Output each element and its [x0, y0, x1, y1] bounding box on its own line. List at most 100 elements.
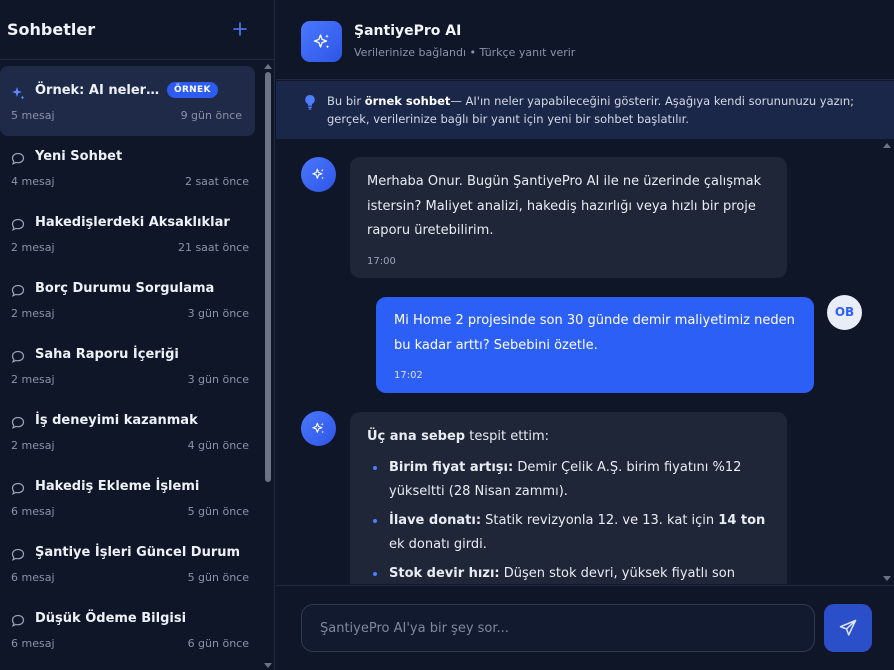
conversation-item[interactable]: Yeni Sohbet 4 mesaj 2 saat önce: [0, 132, 262, 198]
conversation-item[interactable]: Hakedişlerdeki Aksaklıklar 2 mesaj 21 sa…: [0, 198, 262, 264]
conversation-time: 9 gün önce: [180, 109, 242, 122]
chat-subtitle: Verilerinize bağlandı • Türkçe yanıt ver…: [354, 46, 576, 59]
chat-scrollbar[interactable]: [883, 140, 891, 584]
sidebar-scrollbar[interactable]: [264, 62, 272, 670]
example-notice: Bu bir örnek sohbet— AI'ın neler yapabil…: [276, 81, 894, 139]
item-text: Statik revizyonla 12. ve 13. kat için: [481, 512, 719, 528]
chat-bubble-icon: [11, 350, 25, 363]
conversation-count: 2 mesaj: [11, 307, 55, 320]
chat-bubble-icon: [11, 548, 25, 561]
intro-bold: Üç ana sebep: [367, 429, 466, 444]
sparkle-icon: [12, 87, 25, 100]
notice-highlight: örnek sohbet: [364, 94, 451, 108]
item-label: Birim fiyat artışı:: [389, 459, 514, 475]
conversation-title: Örnek: AI neler…: [35, 83, 160, 98]
user-message: Mi Home 2 projesinde son 30 günde demir …: [376, 297, 814, 393]
conversation-time: 3 gün önce: [187, 307, 249, 320]
conversation-count: 6 mesaj: [11, 505, 55, 518]
conversation-count: 2 mesaj: [11, 439, 55, 452]
sparkle-icon: [313, 34, 330, 49]
assistant-message: Merhaba Onur. Bugün ŞantiyePro AI ile ne…: [350, 157, 787, 278]
item-text: Düşen stok devri, yüksek fiyatlı son: [499, 565, 735, 581]
sparkle-icon: [312, 168, 324, 180]
chat-bubble-icon: [11, 482, 25, 495]
conversation-title: Düşük Ödeme Bilgisi: [35, 611, 187, 626]
conversation-title: Yeni Sohbet: [35, 149, 123, 164]
scroll-up-arrow-icon[interactable]: [264, 64, 272, 69]
scroll-down-arrow-icon[interactable]: [883, 576, 891, 581]
user-avatar: OB: [827, 295, 862, 330]
composer: [276, 585, 894, 670]
chat-bubble-icon: [11, 218, 25, 231]
item-label: İlave donatı:: [389, 512, 482, 528]
conversation-item[interactable]: Düşük Ödeme Bilgisi 6 mesaj 6 gün önce: [0, 594, 262, 660]
conversation-time: 6 gün önce: [187, 637, 249, 650]
conversation-title: Borç Durumu Sorgulama: [35, 281, 215, 296]
conversation-count: 6 mesaj: [11, 571, 55, 584]
conversation-time: 4 gün önce: [187, 439, 249, 452]
chat-bubble-icon: [11, 416, 25, 429]
intro-rest: tespit ettim:: [465, 429, 550, 444]
conversation-title: İş deneyimi kazanmak: [35, 413, 198, 428]
message-text: Mi Home 2 projesinde son 30 günde demir …: [394, 313, 795, 353]
notice-text: Bu bir örnek sohbet— AI'ın neler yapabil…: [327, 92, 867, 128]
chat-panel: ŞantiyePro AI Verilerinize bağlandı • Tü…: [276, 0, 894, 670]
conversation-item[interactable]: Borç Durumu Sorgulama 2 mesaj 3 gün önce: [0, 264, 262, 330]
sidebar: Sohbetler Örnek: AI neler… ÖRNEK 5 mesaj…: [0, 0, 275, 670]
conversation-item[interactable]: Örnek: AI neler… ÖRNEK 5 mesaj 9 gün önc…: [0, 66, 255, 136]
chat-bubble-icon: [11, 284, 25, 297]
conversation-time: 5 gün önce: [187, 505, 249, 518]
conversation-count: 6 mesaj: [11, 637, 55, 650]
assistant-avatar: [301, 157, 336, 192]
send-icon: [839, 619, 857, 636]
message-time: 17:02: [394, 370, 423, 381]
assistant-message: Üç ana sebep tespit ettim: Birim fiyat a…: [350, 412, 787, 584]
item-text: ek donatı girdi.: [389, 537, 487, 552]
sidebar-title: Sohbetler: [7, 20, 96, 39]
conversation-title: Hakedişlerdeki Aksaklıklar: [35, 215, 230, 230]
message-intro: Üç ana sebep tespit ettim:: [367, 425, 770, 450]
conversation-title: Şantiye İşleri Güncel Durum: [35, 545, 241, 560]
conversation-title: Saha Raporu İçeriği: [35, 347, 179, 362]
assistant-avatar: [301, 411, 336, 446]
conversation-count: 2 mesaj: [11, 241, 55, 254]
conversation-list: Örnek: AI neler… ÖRNEK 5 mesaj 9 gün önc…: [0, 66, 262, 660]
plus-icon: [233, 22, 247, 36]
conversation-item[interactable]: Hakediş Ekleme İşlemi 6 mesaj 5 gün önce: [0, 462, 262, 528]
sparkle-icon: [312, 422, 324, 434]
assistant-logo: [301, 21, 342, 62]
conversation-title: Hakediş Ekleme İşlemi: [35, 479, 200, 494]
conversation-time: 3 gün önce: [187, 373, 249, 386]
cause-list: Birim fiyat artışı: Demir Çelik A.Ş. bir…: [367, 456, 770, 585]
chat-title: ŞantiyePro AI: [354, 23, 462, 39]
message-text: Merhaba Onur. Bugün ŞantiyePro AI ile ne…: [367, 174, 762, 238]
list-item: İlave donatı: Statik revizyonla 12. ve 1…: [367, 509, 770, 558]
scroll-up-arrow-icon[interactable]: [883, 143, 891, 148]
conversation-time: 5 gün önce: [187, 571, 249, 584]
list-item: Stok devir hızı: Düşen stok devri, yükse…: [367, 562, 770, 585]
message-input[interactable]: [301, 604, 815, 652]
send-button[interactable]: [824, 604, 872, 652]
example-badge: ÖRNEK: [167, 82, 218, 98]
scrollbar-thumb[interactable]: [265, 72, 271, 482]
chat-bubble-icon: [11, 152, 25, 165]
message-list: Merhaba Onur. Bugün ŞantiyePro AI ile ne…: [276, 140, 894, 584]
item-label: Stok devir hızı:: [389, 565, 500, 581]
conversation-item[interactable]: Şantiye İşleri Güncel Durum 6 mesaj 5 gü…: [0, 528, 262, 594]
list-item: Birim fiyat artışı: Demir Çelik A.Ş. bir…: [367, 456, 770, 505]
conversation-count: 4 mesaj: [11, 175, 55, 188]
sidebar-header: Sohbetler: [0, 0, 275, 60]
item-highlight: 14 ton: [718, 512, 766, 528]
conversation-time: 21 saat önce: [177, 241, 249, 254]
scroll-down-arrow-icon[interactable]: [264, 663, 272, 668]
conversation-item[interactable]: İş deneyimi kazanmak 2 mesaj 4 gün önce: [0, 396, 262, 462]
new-chat-button[interactable]: [231, 20, 249, 38]
conversation-count: 5 mesaj: [11, 109, 55, 122]
chat-bubble-icon: [11, 614, 25, 627]
notice-prefix: Bu bir: [327, 94, 365, 108]
chat-header: ŞantiyePro AI Verilerinize bağlandı • Tü…: [276, 0, 894, 80]
conversation-count: 2 mesaj: [11, 373, 55, 386]
message-time: 17:00: [367, 255, 396, 267]
conversation-time: 2 saat önce: [184, 175, 249, 188]
conversation-item[interactable]: Saha Raporu İçeriği 2 mesaj 3 gün önce: [0, 330, 262, 396]
